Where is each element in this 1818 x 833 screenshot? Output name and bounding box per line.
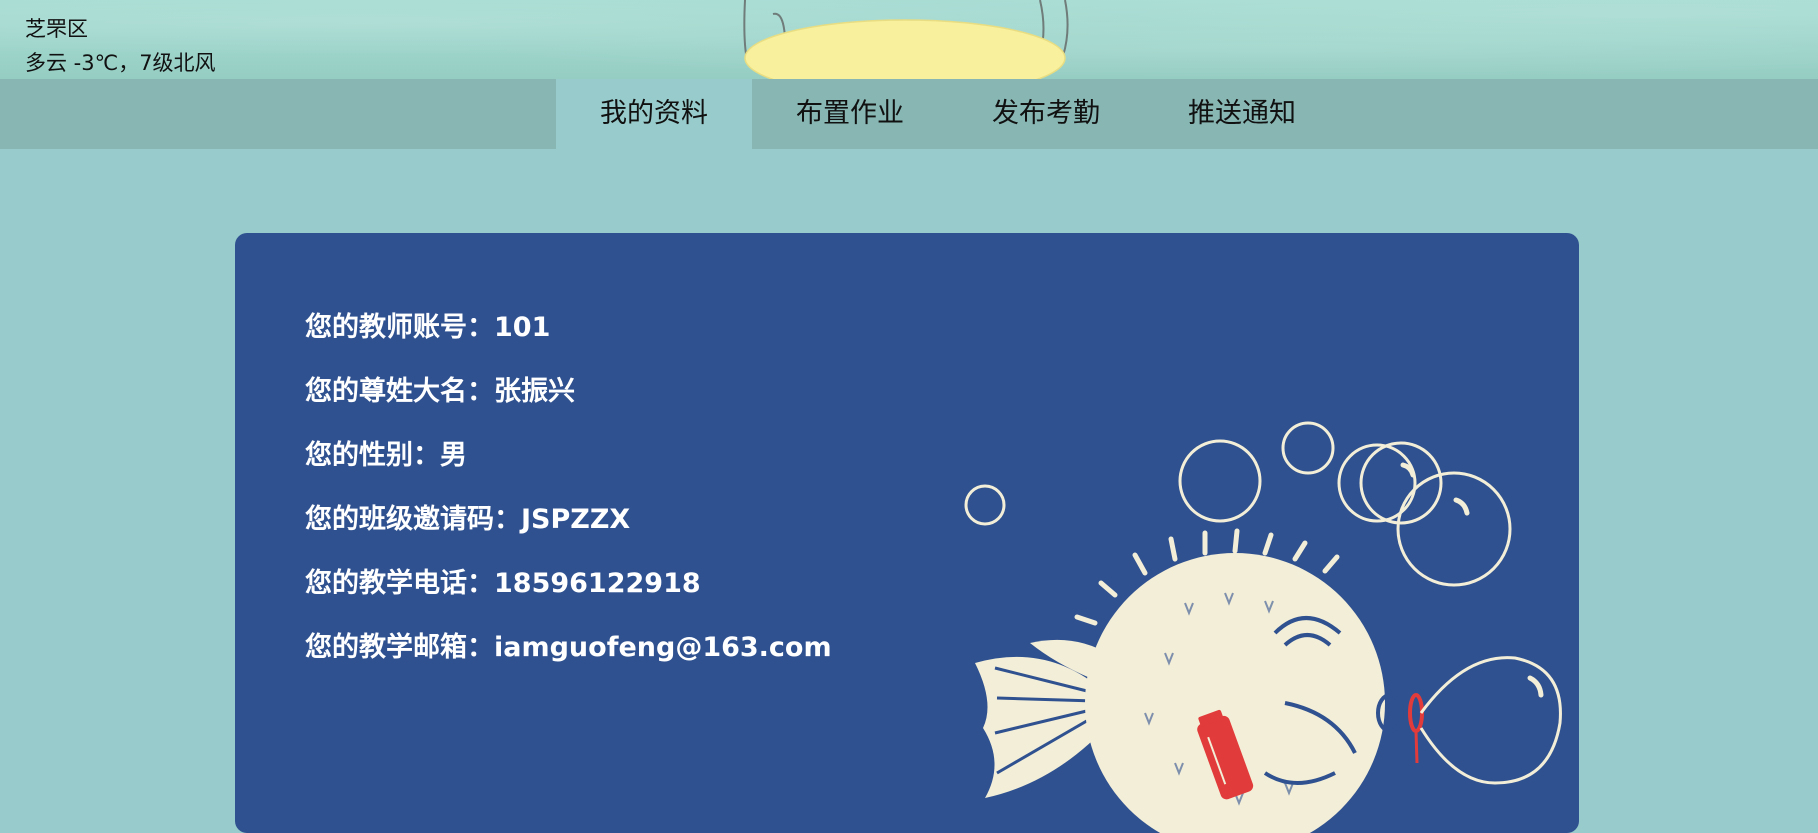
profile-card: 您的教师账号：101 您的尊姓大名：张振兴 您的性别：男 您的班级邀请码：JSP… — [235, 233, 1579, 833]
info-separator: ： — [467, 632, 494, 663]
info-separator: ： — [467, 568, 494, 599]
info-separator: ： — [467, 312, 494, 343]
info-row-phone: 您的教学电话：18596122918 — [305, 561, 701, 600]
nav-tab-push-notification[interactable]: 推送通知 — [1144, 79, 1340, 149]
info-row-email: 您的教学邮箱：iamguofeng@163.com — [305, 625, 832, 664]
info-label: 您的教师账号 — [305, 312, 467, 343]
info-separator: ： — [494, 504, 521, 535]
nav-tab-assign-homework[interactable]: 布置作业 — [752, 79, 948, 149]
info-value: 张振兴 — [494, 376, 575, 407]
info-value: JSPZZX — [521, 504, 631, 535]
weather-condition: 多云 -3℃，7级北风 — [25, 51, 216, 75]
info-label: 您的性别 — [305, 440, 413, 471]
info-separator: ： — [413, 440, 440, 471]
info-label: 您的班级邀请码 — [305, 504, 494, 535]
info-label: 您的教学邮箱 — [305, 632, 467, 663]
weather-district: 芝罘区 — [25, 17, 88, 41]
main-nav: 我的资料 布置作业 发布考勤 推送通知 — [0, 79, 1818, 149]
info-value: 18596122918 — [494, 568, 701, 599]
info-row-teacher-name: 您的尊姓大名：张振兴 — [305, 369, 575, 408]
info-value: 男 — [440, 440, 467, 471]
top-banner: 芝罘区 多云 -3℃，7级北风 — [0, 0, 1818, 79]
info-row-gender: 您的性别：男 — [305, 433, 467, 472]
info-label: 您的教学电话 — [305, 568, 467, 599]
info-separator: ： — [467, 376, 494, 407]
info-value: 101 — [494, 312, 551, 343]
nav-tab-publish-attendance[interactable]: 发布考勤 — [948, 79, 1144, 149]
info-row-class-invite-code: 您的班级邀请码：JSPZZX — [305, 497, 630, 536]
pufferfish-blowing-bubbles-icon — [964, 421, 1562, 833]
info-value: iamguofeng@163.com — [494, 632, 832, 663]
nav-tab-my-profile[interactable]: 我的资料 — [556, 79, 752, 149]
hanging-lantern-icon — [743, 0, 1069, 79]
weather-widget: 芝罘区 多云 -3℃，7级北风 — [25, 12, 216, 79]
info-label: 您的尊姓大名 — [305, 376, 467, 407]
info-row-teacher-account: 您的教师账号：101 — [305, 305, 550, 344]
